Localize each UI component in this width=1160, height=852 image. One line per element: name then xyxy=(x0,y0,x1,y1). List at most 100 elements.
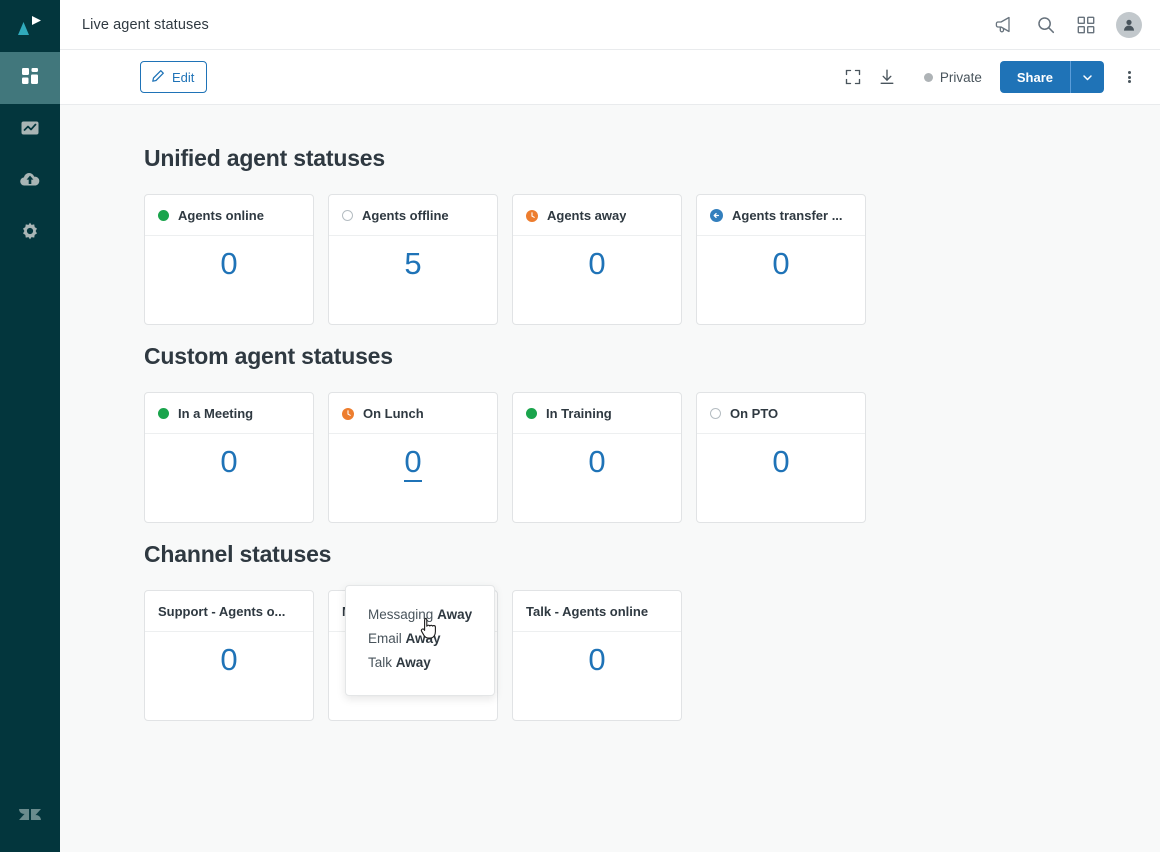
search-icon[interactable] xyxy=(1036,15,1056,35)
status-transfer-arrow-icon xyxy=(710,208,723,222)
cloud-upload-icon xyxy=(18,169,42,196)
grid-icon xyxy=(19,65,41,92)
card-title: In a Meeting xyxy=(178,405,254,421)
card-header: In a Meeting xyxy=(145,393,313,434)
explore-logo[interactable] xyxy=(0,0,60,52)
metric-value[interactable]: 0 xyxy=(588,248,605,279)
card-header: Support - Agents o... xyxy=(145,591,313,632)
metric-value[interactable]: 0 xyxy=(588,446,605,477)
card-body: 0 xyxy=(697,236,865,324)
tooltip-channel: Messaging xyxy=(368,607,434,622)
app-root: Live agent statuses Edit Private Share U… xyxy=(0,0,1160,852)
metric-value[interactable]: 0 xyxy=(772,248,789,279)
metric-card[interactable]: Agents offline 5 xyxy=(328,194,498,325)
metric-value[interactable]: 0 xyxy=(220,644,237,675)
status-green-dot-icon xyxy=(158,407,169,419)
card-title: Agents transfer ... xyxy=(732,207,843,223)
card-body: 0 xyxy=(513,236,681,324)
user-avatar[interactable] xyxy=(1116,11,1142,38)
tooltip-channel: Talk xyxy=(368,655,393,670)
status-green-dot-icon xyxy=(158,209,169,221)
privacy-dot xyxy=(923,72,933,82)
privacy-status: Private xyxy=(923,69,982,85)
status-green-dot-icon xyxy=(526,407,537,419)
card-header: Agents away xyxy=(513,195,681,236)
card-title: Agents away xyxy=(547,207,627,223)
tooltip-status: Away xyxy=(395,655,431,670)
products-icon[interactable] xyxy=(1077,16,1095,34)
sidebar-item-datasets[interactable] xyxy=(0,156,60,208)
metric-value[interactable]: 0 xyxy=(220,446,237,477)
left-nav-rail xyxy=(0,0,60,852)
status-offline-circle-icon xyxy=(342,209,353,221)
card-title: On PTO xyxy=(730,405,779,421)
card-body: 0 xyxy=(697,434,865,522)
chart-icon xyxy=(19,117,41,144)
zendesk-logo xyxy=(0,786,60,846)
card-header: Talk - Agents online xyxy=(513,591,681,632)
metric-value[interactable]: 0 xyxy=(220,248,237,279)
card-body: 0 xyxy=(329,434,497,522)
tooltip-status: Away xyxy=(437,607,473,622)
section-title: Custom agent statuses xyxy=(144,343,393,369)
card-body: 0 xyxy=(145,236,313,324)
card-title: Talk - Agents online xyxy=(526,603,649,619)
card-body: 5 xyxy=(329,236,497,324)
card-header: Agents online xyxy=(145,195,313,236)
share-button-group: Share xyxy=(999,61,1104,93)
metric-card[interactable]: In Training 0 xyxy=(512,392,682,523)
status-breakdown-tooltip: Messaging Away Email Away Talk Away xyxy=(345,585,495,696)
fullscreen-icon[interactable] xyxy=(836,60,870,94)
tooltip-channel: Email xyxy=(368,631,402,646)
metric-card[interactable]: In a Meeting 0 xyxy=(144,392,314,523)
status-offline-circle-icon xyxy=(710,407,721,419)
card-body: 0 xyxy=(145,434,313,522)
main-column: Live agent statuses Edit Private Share U… xyxy=(60,0,1160,852)
metric-value[interactable]: 0 xyxy=(404,446,422,482)
status-away-clock-icon xyxy=(526,209,538,222)
topbar-icon-group xyxy=(994,11,1142,38)
tooltip-status: Away xyxy=(405,631,441,646)
metric-card[interactable]: On Lunch 0 xyxy=(328,392,498,523)
edit-button[interactable]: Edit xyxy=(140,61,208,93)
card-header: On PTO xyxy=(697,393,865,434)
card-header: On Lunch xyxy=(329,393,497,434)
metric-card[interactable]: On PTO 0 xyxy=(696,392,866,523)
announcements-icon[interactable] xyxy=(994,14,1015,35)
card-title: Agents online xyxy=(178,207,264,223)
download-icon[interactable] xyxy=(870,60,904,94)
dashboard-content: Unified agent statuses Agents online 0 A… xyxy=(60,105,1160,852)
card-title: On Lunch xyxy=(363,405,424,421)
metric-card[interactable]: Agents transfer ... 0 xyxy=(696,194,866,325)
card-row: In a Meeting 0 On Lunch 0 In Training 0 … xyxy=(144,392,1160,523)
privacy-label: Private xyxy=(939,69,982,85)
metric-value[interactable]: 5 xyxy=(404,248,421,279)
section-title: Channel statuses xyxy=(144,541,332,567)
card-body: 0 xyxy=(513,632,681,720)
metric-card[interactable]: Talk - Agents online 0 xyxy=(512,590,682,721)
more-options-icon[interactable] xyxy=(1112,60,1146,94)
status-away-clock-icon xyxy=(342,407,354,420)
gear-icon xyxy=(19,221,41,248)
section-title: Unified agent statuses xyxy=(144,145,385,171)
card-header: In Training xyxy=(513,393,681,434)
metric-card[interactable]: Agents online 0 xyxy=(144,194,314,325)
card-title: Support - Agents o... xyxy=(158,603,286,619)
sidebar-item-admin[interactable] xyxy=(0,208,60,260)
sidebar-item-dashboards[interactable] xyxy=(0,52,60,104)
metric-value[interactable]: 0 xyxy=(588,644,605,675)
card-header: Agents offline xyxy=(329,195,497,236)
section-unified-agent-statuses: Unified agent statuses Agents online 0 A… xyxy=(144,145,1160,325)
sidebar-item-reports[interactable] xyxy=(0,104,60,156)
dashboard-toolbar: Edit Private Share xyxy=(60,50,1160,105)
card-title: In Training xyxy=(546,405,612,421)
card-header: Agents transfer ... xyxy=(697,195,865,236)
toolbar-right-group: Private Share xyxy=(836,60,1146,94)
metric-card[interactable]: Support - Agents o... 0 xyxy=(144,590,314,721)
metric-card[interactable]: Agents away 0 xyxy=(512,194,682,325)
metric-value[interactable]: 0 xyxy=(772,446,789,477)
share-options-chevron-icon[interactable] xyxy=(1070,61,1104,93)
card-row: Agents online 0 Agents offline 5 Agents … xyxy=(144,194,1160,325)
share-button[interactable]: Share xyxy=(999,61,1070,93)
card-body: 0 xyxy=(145,632,313,720)
